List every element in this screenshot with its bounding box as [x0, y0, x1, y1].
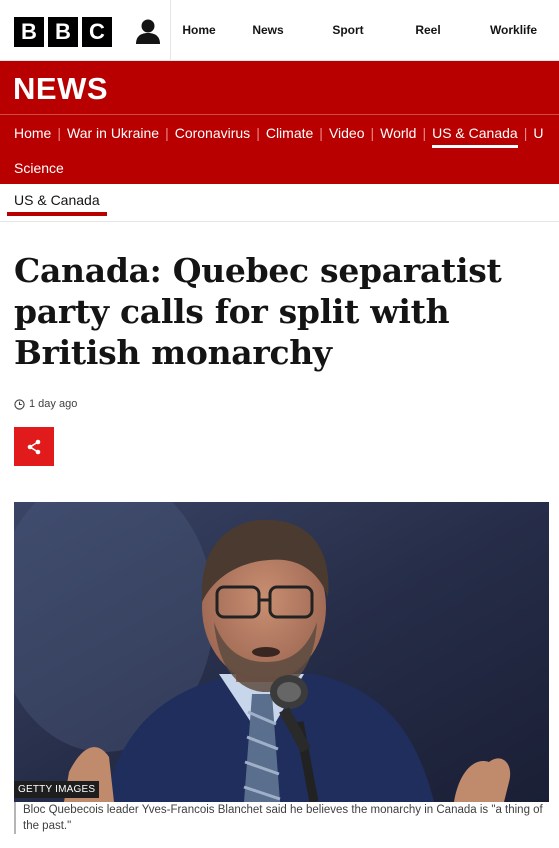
image-caption: Bloc Quebecois leader Yves-Francois Blan…: [14, 802, 549, 834]
article-headline: Canada: Quebec separatist party calls fo…: [14, 251, 502, 372]
article-timestamp: 1 day ago: [14, 398, 77, 410]
nav-separator: |: [256, 125, 260, 141]
nav-separator: |: [422, 125, 427, 141]
nav-separator: |: [165, 125, 169, 141]
account-icon[interactable]: [134, 17, 162, 45]
nav-separator: |: [319, 125, 323, 141]
nav-separator: |: [57, 125, 61, 141]
global-nav-sport[interactable]: Sport: [308, 0, 388, 61]
section-nav-world[interactable]: World: [380, 115, 416, 151]
global-header: B B C Home News Sport Reel Worklife: [0, 0, 559, 61]
section-nav-home[interactable]: Home: [14, 115, 51, 151]
section-nav: Home | War in Ukraine | Coronavirus | Cl…: [0, 114, 559, 184]
global-nav-worklife[interactable]: Worklife: [468, 0, 559, 61]
portrait-photo: [14, 502, 549, 802]
section-nav-science[interactable]: Science: [14, 151, 64, 184]
article-hero-image: [14, 502, 549, 802]
global-nav: Home News Sport Reel Worklife: [170, 0, 559, 61]
section-nav-row: Home | War in Ukraine | Coronavirus | Cl…: [14, 115, 543, 151]
section-nav-video[interactable]: Video: [329, 115, 365, 151]
news-banner: NEWS: [0, 61, 559, 114]
bbc-logo-letter: B: [14, 17, 44, 47]
sub-nav: US & Canada: [0, 184, 559, 222]
share-button[interactable]: [14, 427, 54, 466]
global-nav-home[interactable]: Home: [170, 0, 228, 61]
news-logo[interactable]: NEWS: [13, 71, 108, 107]
bbc-logo[interactable]: B B C: [14, 17, 112, 47]
global-nav-reel[interactable]: Reel: [388, 0, 468, 61]
image-credit: GETTY IMAGES: [14, 781, 100, 798]
timestamp-text: 1 day ago: [29, 398, 78, 410]
section-nav-war-in-ukraine[interactable]: War in Ukraine: [67, 115, 159, 151]
section-nav-us-canada[interactable]: US & Canada: [432, 115, 518, 151]
nav-separator: |: [370, 125, 375, 141]
section-nav-climate[interactable]: Climate: [266, 115, 313, 151]
share-icon: [27, 439, 41, 454]
sub-nav-us-canada[interactable]: US & Canada: [14, 192, 100, 208]
section-nav-coronavirus[interactable]: Coronavirus: [175, 115, 250, 151]
clock-icon: [14, 398, 25, 410]
nav-separator: |: [523, 125, 528, 141]
bbc-logo-letter: C: [82, 17, 112, 47]
global-nav-news[interactable]: News: [228, 0, 308, 61]
section-nav-more[interactable]: U: [533, 115, 543, 151]
sub-nav-active-indicator: [7, 212, 107, 216]
bbc-logo-letter: B: [48, 17, 78, 47]
